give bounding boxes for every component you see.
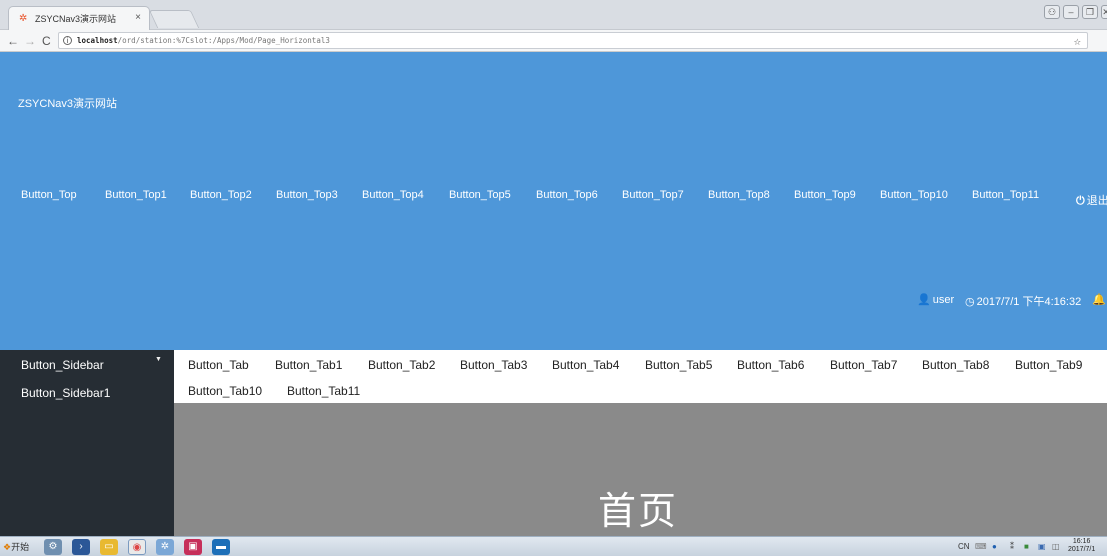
- close-tab-icon[interactable]: ×: [135, 12, 141, 23]
- address-toolbar: ← → C i localhost/ord/station:%7Cslot:/A…: [0, 30, 1107, 52]
- sidebar: Button_Sidebar ▼ Button_Sidebar1: [0, 350, 174, 536]
- top-button-3[interactable]: Button_Top3: [276, 189, 338, 201]
- top-button-0[interactable]: Button_Top: [21, 189, 77, 201]
- top-button-1[interactable]: Button_Top1: [105, 189, 167, 201]
- top-button-6[interactable]: Button_Top6: [536, 189, 598, 201]
- url-host: localhost: [77, 36, 118, 45]
- folder-icon[interactable]: ▭: [100, 539, 118, 555]
- bell-icon: 🔔: [1092, 294, 1106, 306]
- top-button-5[interactable]: Button_Top5: [449, 189, 511, 201]
- screen: { "browser": { "tab_title": "ZSYCNav3演示网…: [0, 0, 1107, 556]
- bookmark-star-icon[interactable]: ☆: [1074, 34, 1081, 48]
- reload-icon[interactable]: C: [42, 33, 51, 49]
- tab-1[interactable]: Button_Tab1: [275, 358, 342, 372]
- caret-down-icon: ▼: [155, 356, 162, 363]
- page-heading: 首页: [598, 489, 679, 533]
- browser-tab[interactable]: ✲ ZSYCNav3演示网站 ×: [8, 6, 150, 30]
- tab-6[interactable]: Button_Tab6: [737, 358, 804, 372]
- user-icon: 👤: [917, 294, 931, 306]
- os-taskbar: ❖开始 ⚙ › ▭ ◉ ✲ ▣ ▬ CN ⌨ ● ⁑ ■ ▣ ◫ 16:16 2…: [0, 536, 1107, 556]
- top-button-9[interactable]: Button_Top9: [794, 189, 856, 201]
- clock-date: 2017/7/1: [1068, 546, 1096, 553]
- chrome-icon[interactable]: ◉: [128, 539, 146, 555]
- site-title: ZSYCNav3演示网站: [18, 98, 118, 110]
- windows-logo-icon: ❖: [3, 542, 12, 552]
- user-menu[interactable]: 👤 user: [917, 293, 954, 306]
- profile-icon[interactable]: ⚇: [1044, 5, 1060, 19]
- clock-icon: ◷: [965, 296, 975, 308]
- tab-2[interactable]: Button_Tab2: [368, 358, 435, 372]
- tab-8[interactable]: Button_Tab8: [922, 358, 989, 372]
- datetime-display: ◷ 2017/7/1 下午4:16:32: [965, 293, 1081, 309]
- help-icon[interactable]: ●: [992, 542, 997, 551]
- sidebar-item-0[interactable]: Button_Sidebar: [21, 358, 171, 372]
- tab-11[interactable]: Button_Tab11: [287, 384, 360, 398]
- network-tray-icon[interactable]: ■: [1024, 542, 1029, 551]
- system-clock[interactable]: 16:16 2017/7/1: [1068, 538, 1095, 554]
- main-content: 首页: [174, 403, 1107, 536]
- forward-icon[interactable]: →: [24, 33, 36, 49]
- tab-7[interactable]: Button_Tab7: [830, 358, 897, 372]
- tab-strip: Button_Tab Button_Tab1 Button_Tab2 Butto…: [174, 350, 1107, 403]
- start-label: 开始: [11, 542, 30, 552]
- power-icon: ⏻: [1076, 195, 1085, 207]
- sidebar-item-label: Button_Sidebar: [21, 358, 104, 372]
- user-label: user: [932, 294, 955, 306]
- tab-0[interactable]: Button_Tab: [188, 358, 249, 372]
- tab-10[interactable]: Button_Tab10: [188, 384, 262, 398]
- info-icon[interactable]: i: [63, 36, 72, 45]
- browser-tab-bar: ✲ ZSYCNav3演示网站 × ⚇ – ❐ ✕: [0, 0, 1107, 30]
- volume-tray-icon[interactable]: ◫: [1052, 542, 1060, 551]
- site-favicon-icon: ✲: [19, 13, 28, 24]
- top-button-2[interactable]: Button_Top2: [190, 189, 252, 201]
- maximize-icon[interactable]: ❐: [1082, 5, 1098, 19]
- tab-5[interactable]: Button_Tab5: [645, 358, 712, 372]
- clock-time: 16:16: [1072, 538, 1091, 545]
- top-button-11[interactable]: Button_Top11: [972, 189, 1039, 201]
- datetime-text: 2017/7/1 下午4:16:32: [976, 296, 1082, 308]
- top-button-7[interactable]: Button_Top7: [622, 189, 684, 201]
- network-app-icon[interactable]: ⚙: [44, 539, 62, 555]
- ime-indicator[interactable]: CN: [958, 542, 970, 551]
- settings-tray-icon[interactable]: ⁑: [1010, 542, 1014, 551]
- tab-3[interactable]: Button_Tab3: [460, 358, 527, 372]
- sidebar-item-label: Button_Sidebar1: [21, 386, 111, 400]
- window-app-icon[interactable]: ▬: [212, 539, 230, 555]
- app-icon[interactable]: ✲: [156, 539, 174, 555]
- back-icon[interactable]: ←: [7, 33, 19, 49]
- close-window-icon[interactable]: ✕: [1101, 5, 1107, 19]
- site-header: ZSYCNav3演示网站 Button_Top Button_Top1 Butt…: [0, 52, 1107, 350]
- url-path: /ord/station:%7Cslot:/Apps/Mod/Page_Hori…: [117, 36, 330, 45]
- keyboard-icon[interactable]: ⌨: [975, 542, 987, 551]
- top-button-10[interactable]: Button_Top10: [880, 189, 948, 201]
- start-button[interactable]: ❖开始: [3, 540, 29, 553]
- new-tab-button[interactable]: [148, 10, 200, 28]
- top-button-8[interactable]: Button_Top8: [708, 189, 770, 201]
- minimize-icon[interactable]: –: [1063, 5, 1079, 19]
- tab-4[interactable]: Button_Tab4: [552, 358, 619, 372]
- browser-tab-title: ZSYCNav3演示网站: [35, 14, 117, 24]
- ide-icon[interactable]: ▣: [184, 539, 202, 555]
- powershell-icon[interactable]: ›: [72, 539, 90, 555]
- logout-button[interactable]: ⏻ 退出: [1076, 192, 1107, 208]
- logout-label: 退出: [1086, 195, 1107, 207]
- tab-9[interactable]: Button_Tab9: [1015, 358, 1082, 372]
- url-input[interactable]: i localhost/ord/station:%7Cslot:/Apps/Mo…: [58, 32, 1088, 49]
- sidebar-item-1[interactable]: Button_Sidebar1: [21, 386, 110, 400]
- top-button-4[interactable]: Button_Top4: [362, 189, 424, 201]
- display-tray-icon[interactable]: ▣: [1038, 542, 1046, 551]
- notifications[interactable]: 🔔0: [1092, 293, 1107, 306]
